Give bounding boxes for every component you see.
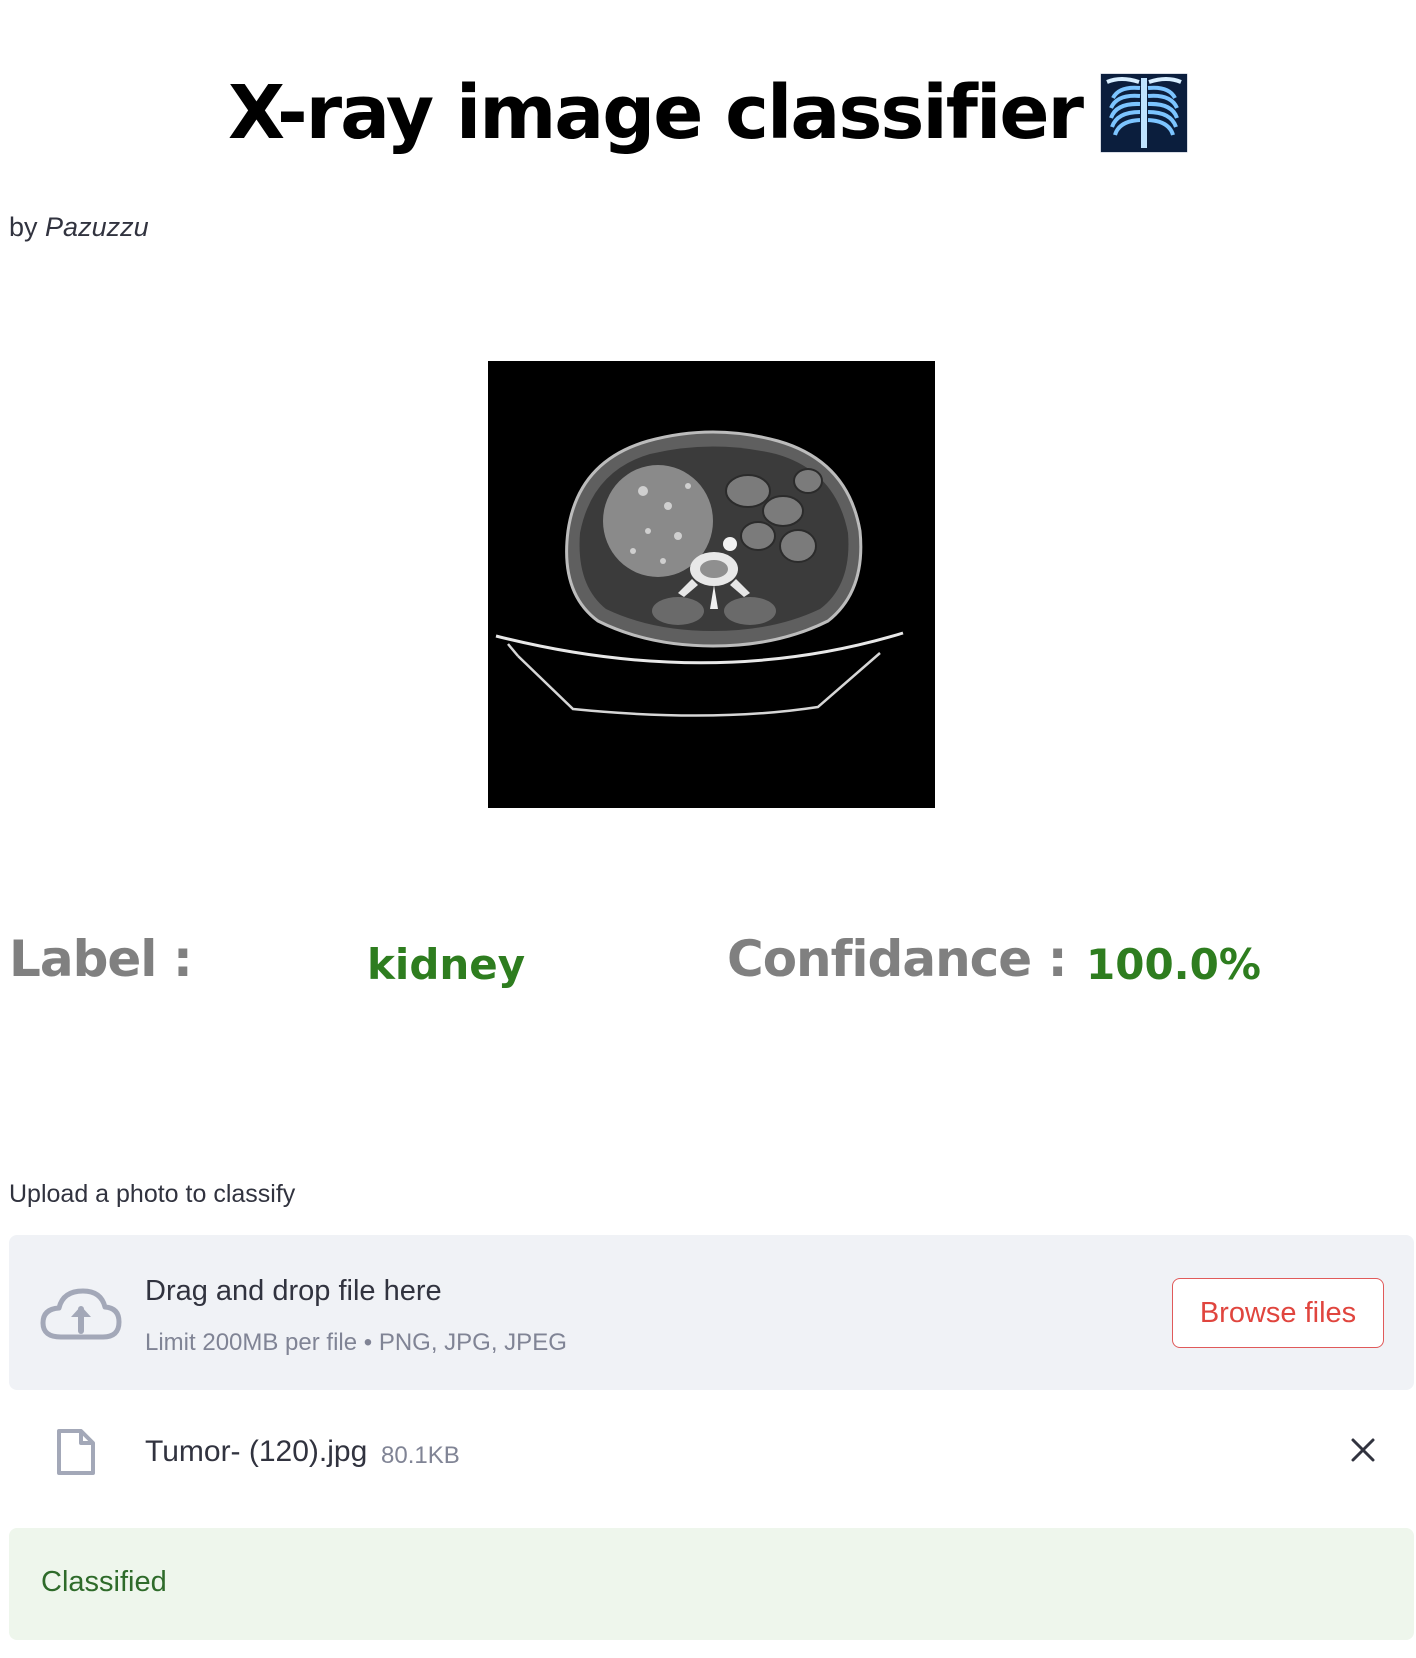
file-name: Tumor- (120).jpg [145,1435,368,1468]
ct-scan-image [488,361,935,808]
label-value: kidney [367,940,526,989]
confidence-value: 100.0% [1086,940,1261,989]
status-text: Classified [41,1566,167,1598]
close-icon [1339,1438,1387,1477]
byline-prefix: by [9,212,38,242]
page-header: X-ray image classifier [0,70,1416,156]
uploader-label: Upload a photo to classify [9,1180,296,1208]
file-size: 80.1KB [381,1442,460,1469]
dropzone-instruction: Drag and drop file here [145,1275,442,1307]
file-dropzone[interactable]: Drag and drop file here Limit 200MB per … [9,1235,1414,1390]
author-name: Pazuzzu [45,212,149,242]
browse-files-button[interactable]: Browse files [1172,1278,1384,1348]
x-ray-emoji-icon [1100,73,1189,153]
cloud-upload-icon [39,1285,123,1343]
uploaded-file-row: Tumor- (120).jpg 80.1KB [9,1390,1414,1510]
remove-file-button[interactable] [1339,1426,1387,1474]
byline: by Pazuzzu [9,212,149,243]
label-key: Label : [9,930,193,988]
status-alert: Classified [9,1528,1414,1640]
confidence-key: Confidance : [727,930,1068,988]
page-title: X-ray image classifier [227,70,1084,156]
file-icon [55,1428,97,1476]
dropzone-limit: Limit 200MB per file • PNG, JPG, JPEG [145,1329,567,1356]
